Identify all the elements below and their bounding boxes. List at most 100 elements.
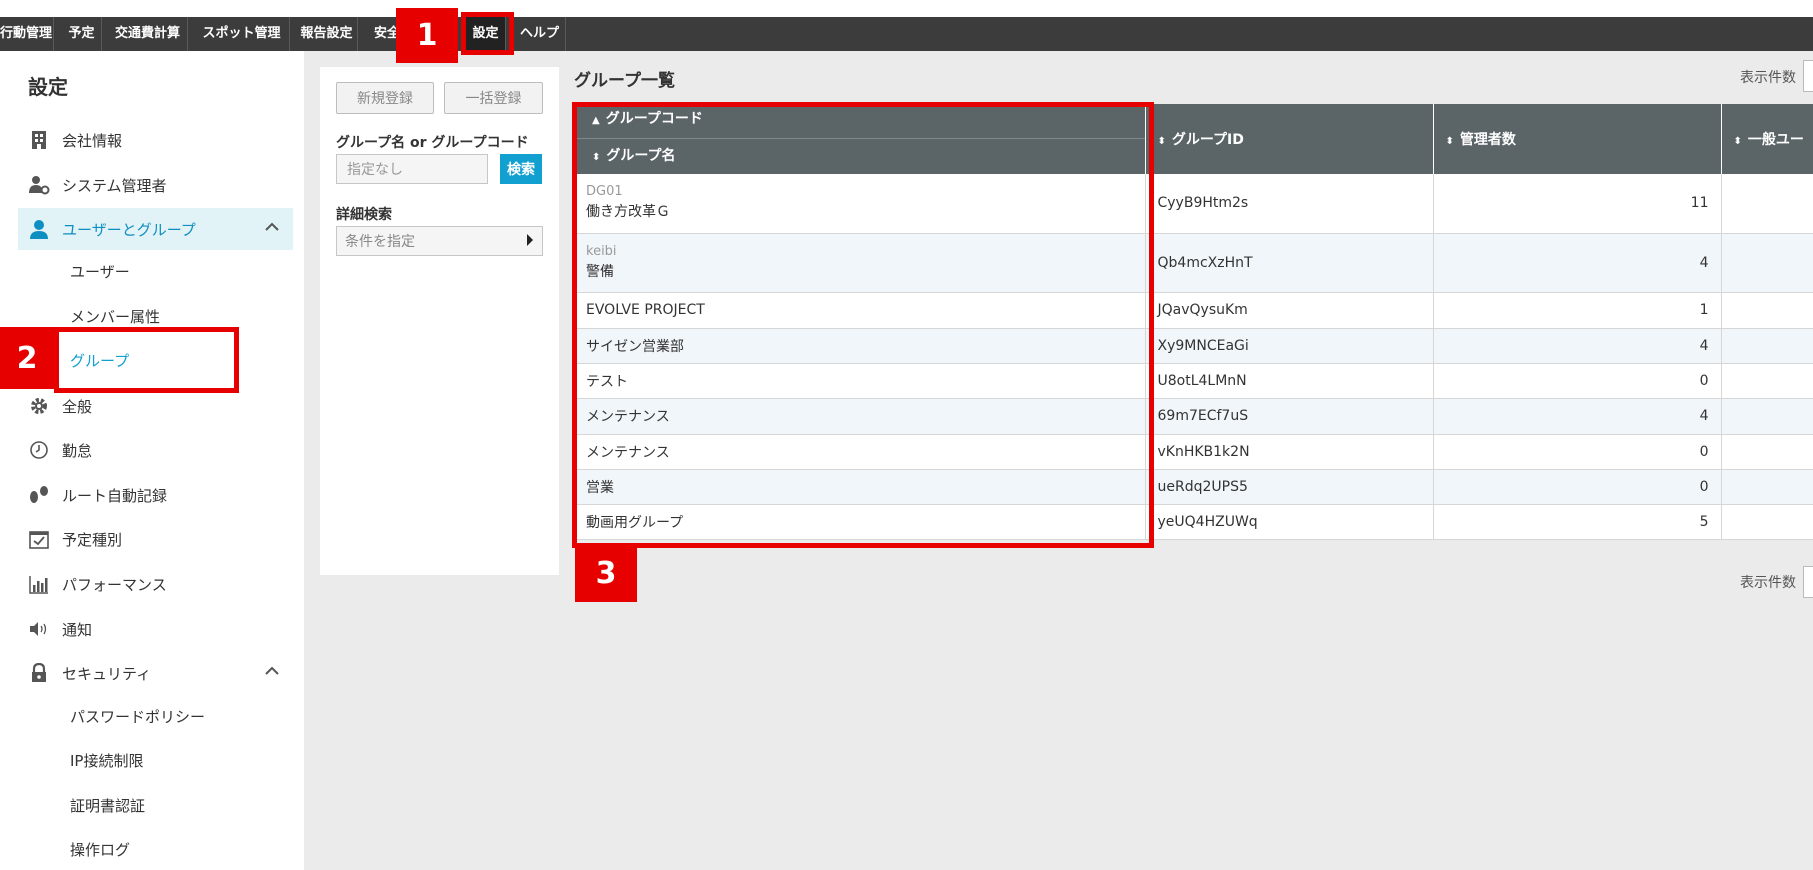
sidebar: 設定 会社情報 システム管理者 ユーザーとグループ ユーザー メンバー属性 グル…	[0, 51, 304, 870]
admin-count: 5	[1433, 504, 1722, 540]
sidebar-item-company[interactable]: 会社情報	[18, 119, 293, 161]
general-user-count	[1721, 398, 1813, 435]
sidebar-item-label: ユーザーとグループ	[62, 220, 196, 239]
new-register-button[interactable]: 新規登録	[336, 82, 434, 114]
sort-icon: ⬍	[1733, 136, 1742, 147]
page-title: グループ一覧	[574, 71, 675, 91]
caret-right-icon	[526, 233, 534, 250]
sidebar-title: 設定	[28, 75, 68, 99]
group-id: JQavQysuKm	[1145, 292, 1434, 329]
group-id: U8otL4LMnN	[1145, 363, 1434, 399]
sidebar-item-attendance[interactable]: 勤怠	[18, 429, 293, 471]
annotation-label-1: 1	[396, 8, 458, 63]
sidebar-subitem-users[interactable]: ユーザー	[70, 252, 130, 292]
per-page-select-bottom[interactable]	[1803, 566, 1813, 598]
admin-user-icon	[28, 174, 50, 196]
admin-count: 0	[1433, 469, 1722, 505]
sidebar-item-label: 予定種別	[62, 530, 123, 549]
building-icon	[28, 129, 50, 151]
detail-search-label: 詳細検索	[336, 207, 392, 223]
per-page-select-top[interactable]	[1803, 60, 1813, 92]
search-input[interactable]: 指定なし	[336, 154, 488, 184]
sidebar-item-label: 全般	[62, 397, 93, 416]
column-header-label: 一般ユー	[1747, 132, 1804, 148]
nav-item-report[interactable]: 報告設定	[296, 17, 358, 51]
admin-count: 4	[1433, 398, 1722, 435]
group-id: Xy9MNCEaGi	[1145, 328, 1434, 364]
speaker-icon	[28, 618, 50, 640]
sort-icon: ⬍	[1445, 136, 1454, 147]
admin-count: 4	[1433, 328, 1722, 364]
admin-count: 0	[1433, 363, 1722, 399]
sidebar-item-security[interactable]: セキュリティ	[18, 652, 293, 694]
bulk-register-button[interactable]: 一括登録	[444, 82, 543, 114]
sidebar-item-label: ルート自動記録	[62, 486, 168, 505]
annotation-box-group-names	[572, 102, 1154, 548]
top-strip	[0, 0, 1813, 17]
sidebar-subitem-certificate-auth[interactable]: 証明書認証	[70, 786, 145, 826]
sidebar-item-label: 勤怠	[62, 441, 93, 460]
general-user-count	[1721, 469, 1813, 505]
admin-count: 4	[1433, 233, 1722, 293]
filter-panel: 新規登録 一括登録 グループ名 or グループコード 指定なし 検索 詳細検索 …	[320, 67, 559, 575]
sidebar-item-label: パフォーマンス	[62, 575, 167, 594]
gear-icon	[28, 395, 50, 417]
column-header-group-id[interactable]: ⬍ グループID	[1145, 104, 1434, 174]
sort-icon: ⬍	[1157, 136, 1166, 147]
user-icon	[28, 218, 50, 240]
chevron-up-icon[interactable]	[265, 664, 279, 680]
condition-select[interactable]: 条件を指定	[336, 226, 543, 256]
sidebar-item-notification[interactable]: 通知	[18, 608, 293, 650]
footprints-icon	[28, 484, 50, 506]
sidebar-item-label: 会社情報	[62, 131, 123, 150]
search-label: グループ名 or グループコード	[336, 135, 529, 151]
nav-item-activity[interactable]: 行動管理	[0, 17, 54, 51]
sidebar-item-route-record[interactable]: ルート自動記録	[18, 474, 293, 516]
group-id: Qb4mcXzHnT	[1145, 233, 1434, 293]
column-header-label: 管理者数	[1459, 132, 1516, 148]
admin-count: 0	[1433, 434, 1722, 470]
per-page-label-top: 表示件数	[1740, 70, 1796, 86]
general-user-count	[1721, 504, 1813, 540]
sidebar-item-schedule-type[interactable]: 予定種別	[18, 518, 293, 560]
annotation-box-group	[54, 327, 239, 393]
general-user-count	[1721, 434, 1813, 470]
group-id: yeUQ4HZUWq	[1145, 504, 1434, 540]
column-header-admin-count[interactable]: ⬍ 管理者数	[1433, 104, 1722, 174]
sidebar-item-performance[interactable]: パフォーマンス	[18, 563, 293, 605]
lock-icon	[28, 662, 50, 684]
sidebar-item-label: 通知	[62, 620, 93, 639]
sidebar-subitem-password-policy[interactable]: パスワードポリシー	[70, 697, 205, 737]
general-user-count	[1721, 292, 1813, 329]
sidebar-subitem-ip-restriction[interactable]: IP接続制限	[70, 741, 143, 781]
chevron-up-icon[interactable]	[265, 220, 279, 236]
general-user-count	[1721, 233, 1813, 293]
admin-count: 1	[1433, 292, 1722, 329]
nav-item-help[interactable]: ヘルプ	[514, 17, 566, 51]
sidebar-subitem-operation-log[interactable]: 操作ログ	[70, 830, 130, 870]
sidebar-item-label: システム管理者	[62, 176, 167, 195]
column-header-general-users[interactable]: ⬍ 一般ユー	[1721, 104, 1813, 174]
calendar-check-icon	[28, 528, 50, 550]
nav-item-schedule[interactable]: 予定	[62, 17, 102, 51]
admin-count: 11	[1433, 174, 1722, 234]
nav-item-spot[interactable]: スポット管理	[194, 17, 290, 51]
annotation-box-settings	[461, 12, 514, 55]
per-page-label-bottom: 表示件数	[1740, 575, 1796, 591]
group-id: vKnHKB1k2N	[1145, 434, 1434, 470]
annotation-label-2: 2	[0, 327, 54, 389]
sidebar-item-system-admin[interactable]: システム管理者	[18, 164, 293, 206]
top-navbar: 行動管理 予定 交通費計算 スポット管理 報告設定 安全 設定 ヘルプ	[0, 17, 1813, 51]
column-header-label: グループID	[1171, 132, 1244, 148]
group-id: ueRdq2UPS5	[1145, 469, 1434, 505]
general-user-count	[1721, 363, 1813, 399]
sidebar-item-label: セキュリティ	[62, 664, 152, 683]
sidebar-item-users-groups[interactable]: ユーザーとグループ	[18, 208, 293, 250]
group-id: 69m7ECf7uS	[1145, 398, 1434, 435]
nav-item-transport[interactable]: 交通費計算	[108, 17, 188, 51]
clock-icon	[28, 439, 50, 461]
general-user-count	[1721, 174, 1813, 234]
group-id: CyyB9Htm2s	[1145, 174, 1434, 234]
search-button[interactable]: 検索	[500, 154, 542, 184]
condition-select-label: 条件を指定	[345, 234, 415, 250]
